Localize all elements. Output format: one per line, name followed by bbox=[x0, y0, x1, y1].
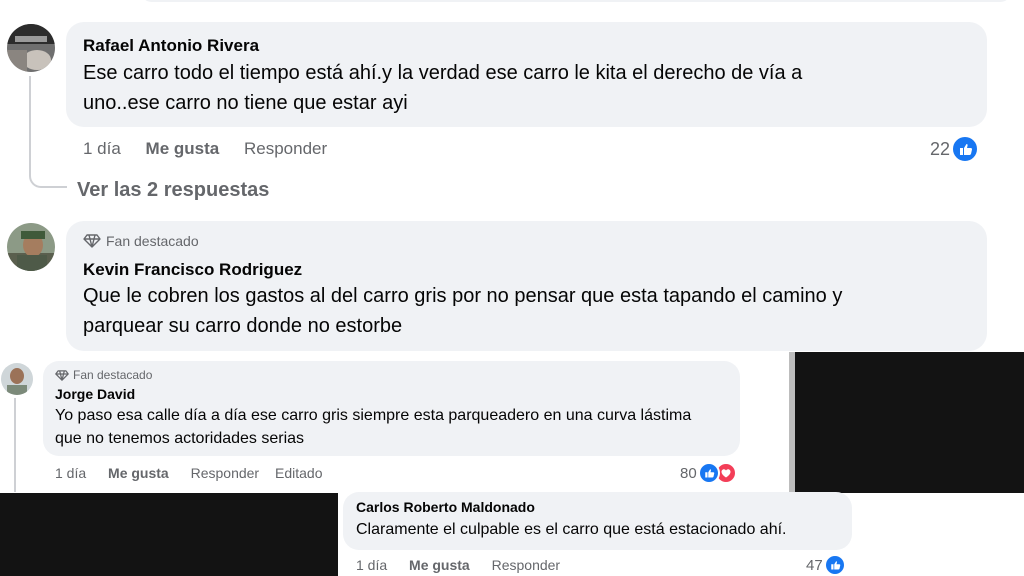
comment-time[interactable]: 1 día bbox=[55, 465, 86, 481]
diamond-icon bbox=[83, 234, 101, 248]
reaction-count: 47 bbox=[806, 556, 823, 574]
like-button[interactable]: Me gusta bbox=[108, 465, 169, 481]
reaction-count: 80 bbox=[680, 464, 697, 482]
dark-panel bbox=[790, 352, 1024, 493]
comment-bubble: Rafael Antonio Rivera Ese carro todo el … bbox=[66, 22, 987, 127]
badge-label: Fan destacado bbox=[106, 233, 199, 249]
previous-comment-edge bbox=[140, 0, 1012, 2]
comment-actions: 1 día Me gusta Responder bbox=[356, 557, 560, 573]
reaction-summary[interactable]: 22 bbox=[930, 135, 980, 163]
comment-text-line: Que le cobren los gastos al del carro gr… bbox=[83, 285, 843, 307]
comment-author[interactable]: Kevin Francisco Rodriguez bbox=[83, 260, 302, 280]
reaction-summary[interactable]: 47 bbox=[806, 554, 846, 576]
reaction-summary[interactable]: 80 bbox=[680, 462, 737, 484]
comment-time[interactable]: 1 día bbox=[83, 139, 121, 159]
avatar[interactable] bbox=[7, 223, 55, 271]
edited-label: Editado bbox=[275, 465, 323, 481]
divider bbox=[789, 352, 795, 493]
diamond-icon bbox=[55, 369, 69, 381]
badge-label: Fan destacado bbox=[73, 368, 153, 382]
comment-bubble: Fan destacado Kevin Francisco Rodriguez … bbox=[66, 221, 987, 351]
comment-text-line: que no tenemos actoridades serias bbox=[55, 430, 305, 447]
like-icon bbox=[951, 135, 980, 163]
dark-panel bbox=[0, 493, 338, 576]
comment-bubble: Fan destacado Jorge David Yo paso esa ca… bbox=[43, 361, 740, 456]
reaction-count: 22 bbox=[930, 138, 951, 159]
comment-time[interactable]: 1 día bbox=[356, 557, 387, 573]
comment-author[interactable]: Rafael Antonio Rivera bbox=[83, 36, 259, 56]
like-button[interactable]: Me gusta bbox=[409, 557, 470, 573]
comment-actions: 1 día Me gusta Responder bbox=[83, 139, 327, 159]
top-fan-badge: Fan destacado bbox=[55, 368, 152, 382]
avatar[interactable] bbox=[7, 24, 55, 72]
like-icon bbox=[823, 554, 846, 576]
comment-author[interactable]: Carlos Roberto Maldonado bbox=[356, 499, 535, 515]
top-fan-badge: Fan destacado bbox=[83, 233, 199, 249]
comment-actions: 1 día Me gusta Responder Editado bbox=[55, 465, 322, 481]
avatar[interactable] bbox=[1, 363, 33, 395]
comment-text-line: Claramente el culpable es el carro que e… bbox=[356, 521, 787, 538]
like-icon bbox=[697, 462, 720, 484]
comment-text-line: uno..ese carro no tiene que estar ayi bbox=[83, 92, 408, 114]
reply-button[interactable]: Responder bbox=[244, 139, 327, 159]
comment-bubble: Carlos Roberto Maldonado Claramente el c… bbox=[343, 492, 852, 550]
like-button[interactable]: Me gusta bbox=[146, 139, 220, 159]
comment-text-line: Yo paso esa calle día a día ese carro gr… bbox=[55, 407, 692, 424]
comment-text-line: parquear su carro donde no estorbe bbox=[83, 315, 403, 337]
comment-author[interactable]: Jorge David bbox=[55, 386, 135, 402]
comment-text-line: Ese carro todo el tiempo está ahí.y la v… bbox=[83, 62, 803, 84]
reply-button[interactable]: Responder bbox=[492, 557, 561, 573]
thread-line bbox=[29, 76, 67, 188]
thread-line bbox=[14, 398, 16, 492]
reply-button[interactable]: Responder bbox=[191, 465, 260, 481]
view-replies-link[interactable]: Ver las 2 respuestas bbox=[77, 179, 269, 202]
